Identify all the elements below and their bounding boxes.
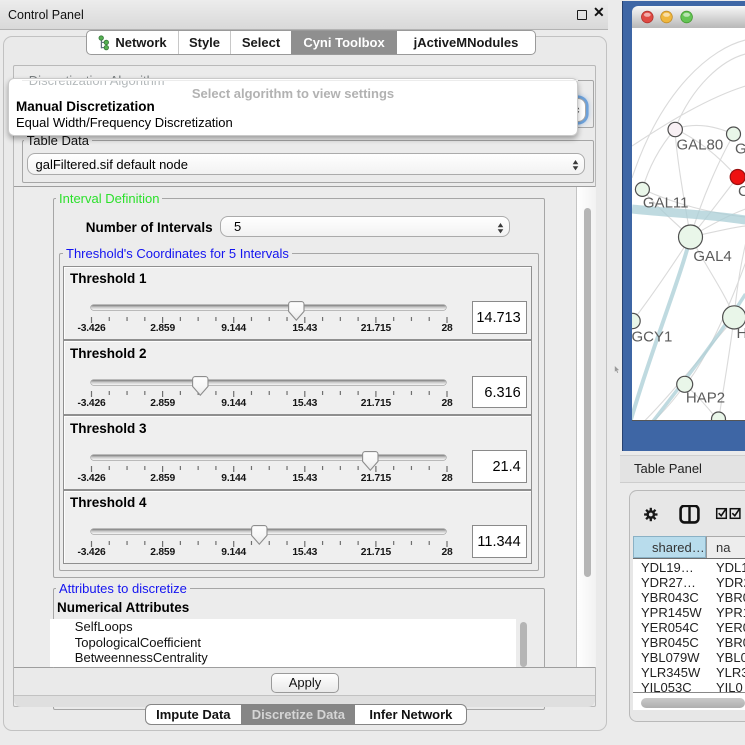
svg-text:GCY1: GCY1 xyxy=(632,329,672,346)
svg-text:HAP2: HAP2 xyxy=(685,390,724,407)
svg-text:GAL4: GAL4 xyxy=(693,248,731,265)
svg-text:H: H xyxy=(736,325,745,342)
svg-text:CY: CY xyxy=(738,183,745,200)
svg-text:GAL80: GAL80 xyxy=(676,137,723,154)
svg-text:GA: GA xyxy=(735,141,745,158)
svg-text:GAL11: GAL11 xyxy=(642,194,688,211)
